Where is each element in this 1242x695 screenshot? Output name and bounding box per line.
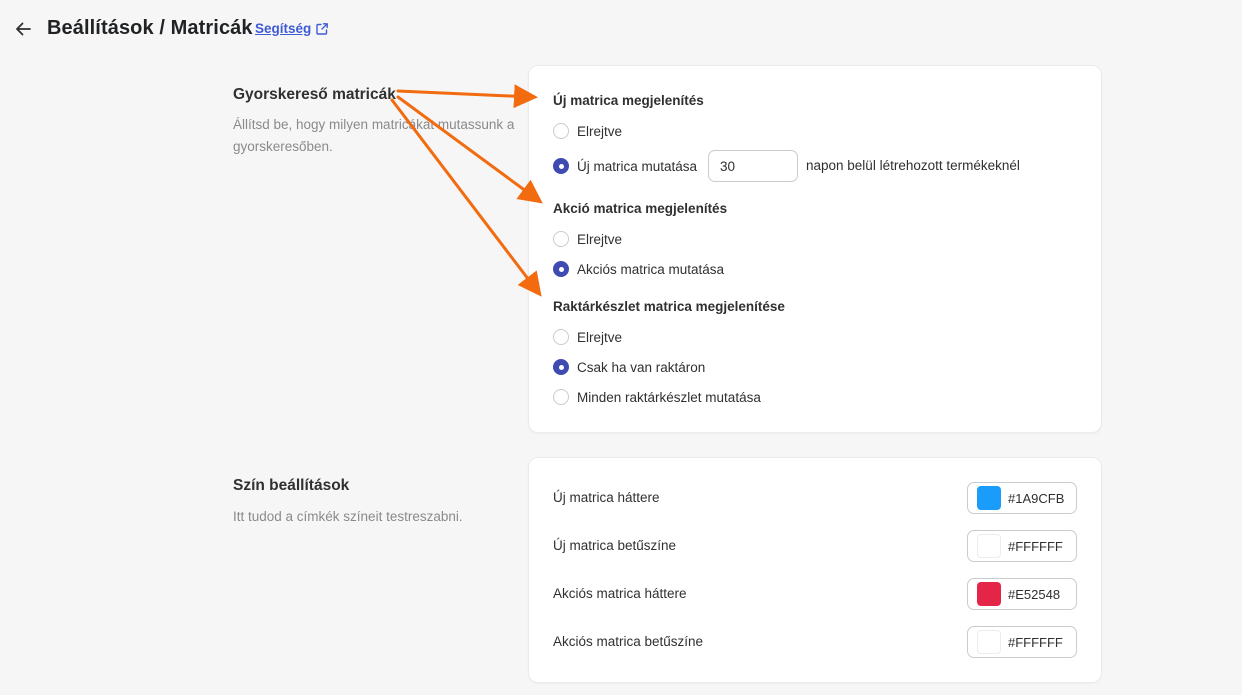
stock-badge-all-option[interactable]: Minden raktárkészlet mutatása [553, 389, 761, 405]
radio-button[interactable] [553, 231, 569, 247]
radio-label: Elrejtve [577, 231, 623, 247]
new-badge-group-title: Új matrica megjelenítés [553, 93, 704, 108]
sale-badge-hidden-option[interactable]: Elrejtve [553, 231, 622, 247]
color-swatch[interactable] [977, 630, 1001, 654]
color-value: #FFFFFF [1008, 634, 1063, 650]
color-label-sale-text: Akciós matrica betűszíne [553, 634, 704, 649]
stock-badge-group-title: Raktárkészlet matrica megjelenítése [553, 299, 785, 314]
quick-search-card [528, 65, 1102, 433]
radio-label: Új matrica mutatása [577, 158, 698, 174]
new-badge-days-input[interactable] [708, 150, 798, 182]
color-label-new-text: Új matrica betűszíne [553, 538, 677, 553]
arrow-left-icon[interactable] [12, 18, 34, 40]
quick-search-section-description: Állítsd be, hogy milyen matricákat mutas… [233, 117, 515, 154]
radio-label: Minden raktárkészlet mutatása [577, 389, 761, 405]
top-bar: Beállítások / Matricák Segítség [0, 0, 1242, 60]
color-picker-new-text[interactable]: #FFFFFF [967, 530, 1077, 562]
sale-badge-show-option[interactable]: Akciós matrica mutatása [553, 261, 724, 277]
radio-label: Csak ha van raktáron [577, 359, 706, 375]
radio-label: Akciós matrica mutatása [577, 261, 725, 277]
radio-button-checked[interactable] [553, 158, 569, 174]
radio-label: Elrejtve [577, 123, 623, 139]
color-label-sale-bg: Akciós matrica háttere [553, 586, 687, 601]
color-swatch[interactable] [977, 582, 1001, 606]
color-value: #FFFFFF [1008, 538, 1063, 554]
colors-section-title: Szín beállítások [233, 477, 350, 494]
new-badge-days-suffix: napon belül létrehozott termékeknél [806, 158, 1020, 173]
stock-badge-in-stock-option[interactable]: Csak ha van raktáron [553, 359, 705, 375]
stock-badge-hidden-option[interactable]: Elrejtve [553, 329, 622, 345]
colors-section-description: Itt tudod a címkék színeit testreszabni. [233, 509, 463, 524]
new-badge-hidden-option[interactable]: Elrejtve [553, 123, 622, 139]
radio-button[interactable] [553, 389, 569, 405]
color-swatch[interactable] [977, 534, 1001, 558]
color-picker-sale-text[interactable]: #FFFFFF [967, 626, 1077, 658]
arrow-to-new-badge [396, 84, 538, 109]
color-value: #1A9CFB [1008, 490, 1065, 506]
radio-label: Elrejtve [577, 329, 623, 345]
color-picker-sale-bg[interactable]: #E52548 [967, 578, 1077, 610]
quick-search-section-title: Gyorskereső matricák [233, 86, 396, 103]
color-picker-new-bg[interactable]: #1A9CFB [967, 482, 1077, 514]
help-link[interactable]: Segítség [255, 21, 311, 36]
radio-button-checked[interactable] [553, 261, 569, 277]
color-label-new-bg: Új matrica háttere [553, 490, 660, 505]
new-badge-show-option[interactable]: Új matrica mutatása [553, 158, 697, 174]
color-swatch[interactable] [977, 486, 1001, 510]
radio-button[interactable] [553, 123, 569, 139]
color-value: #E52548 [1008, 586, 1061, 602]
sale-badge-group-title: Akció matrica megjelenítés [553, 201, 728, 216]
page-title: Beállítások / Matricák [47, 17, 253, 39]
external-link-icon[interactable] [315, 22, 329, 36]
radio-button[interactable] [553, 329, 569, 345]
radio-button-checked[interactable] [553, 359, 569, 375]
